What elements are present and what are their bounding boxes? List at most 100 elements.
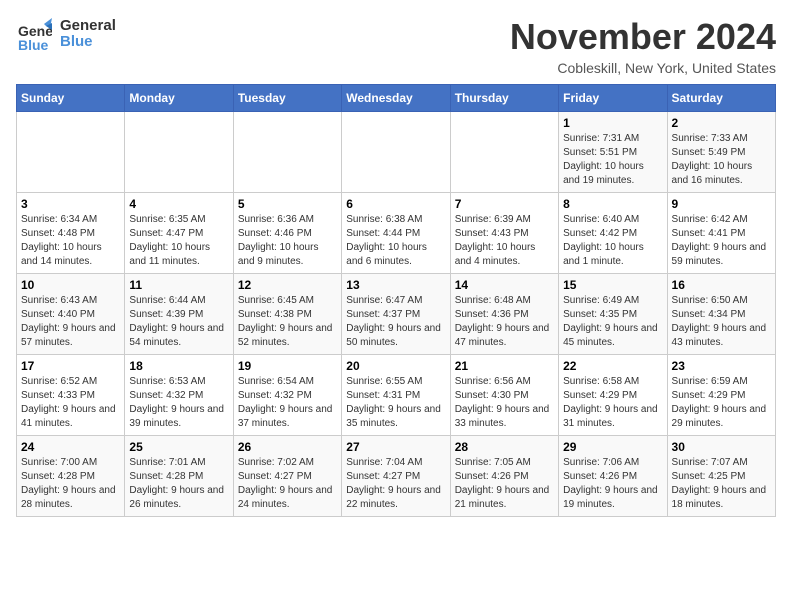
day-cell (342, 112, 450, 193)
day-cell (125, 112, 233, 193)
day-cell: 9 Sunrise: 6:42 AM Sunset: 4:41 PM Daylig… (667, 193, 775, 274)
day-info: Sunrise: 6:53 AM Sunset: 4:32 PM Dayligh… (129, 375, 228, 431)
day-info: Sunrise: 6:42 AM Sunset: 4:41 PM Dayligh… (672, 213, 771, 269)
day-info: Sunrise: 7:05 AM Sunset: 4:26 PM Dayligh… (455, 456, 554, 512)
day-info: Sunrise: 7:31 AM Sunset: 5:51 PM Dayligh… (563, 132, 662, 188)
day-info: Sunrise: 6:52 AM Sunset: 4:33 PM Dayligh… (21, 375, 120, 431)
weekday-header-tuesday: Tuesday (233, 85, 341, 112)
day-cell: 27 Sunrise: 7:04 AM Sunset: 4:27 PM Dayli… (342, 436, 450, 517)
calendar-table: SundayMondayTuesdayWednesdayThursdayFrid… (16, 84, 776, 517)
day-cell: 1 Sunrise: 7:31 AM Sunset: 5:51 PM Daylig… (559, 112, 667, 193)
day-info: Sunrise: 6:47 AM Sunset: 4:37 PM Dayligh… (346, 294, 445, 350)
day-cell: 10 Sunrise: 6:43 AM Sunset: 4:40 PM Dayli… (17, 274, 125, 355)
day-info: Sunrise: 7:00 AM Sunset: 4:28 PM Dayligh… (21, 456, 120, 512)
svg-text:Blue: Blue (18, 37, 49, 52)
week-row-3: 17 Sunrise: 6:52 AM Sunset: 4:33 PM Dayli… (17, 355, 776, 436)
day-cell: 17 Sunrise: 6:52 AM Sunset: 4:33 PM Dayli… (17, 355, 125, 436)
day-cell: 13 Sunrise: 6:47 AM Sunset: 4:37 PM Dayli… (342, 274, 450, 355)
day-info: Sunrise: 6:55 AM Sunset: 4:31 PM Dayligh… (346, 375, 445, 431)
day-number: 13 (346, 278, 445, 292)
day-number: 8 (563, 197, 662, 211)
day-number: 5 (238, 197, 337, 211)
day-cell: 16 Sunrise: 6:50 AM Sunset: 4:34 PM Dayli… (667, 274, 775, 355)
day-cell (17, 112, 125, 193)
location: Cobleskill, New York, United States (510, 60, 776, 76)
day-number: 30 (672, 440, 771, 454)
day-info: Sunrise: 6:44 AM Sunset: 4:39 PM Dayligh… (129, 294, 228, 350)
day-cell: 7 Sunrise: 6:39 AM Sunset: 4:43 PM Daylig… (450, 193, 558, 274)
day-number: 21 (455, 359, 554, 373)
day-cell: 26 Sunrise: 7:02 AM Sunset: 4:27 PM Dayli… (233, 436, 341, 517)
day-info: Sunrise: 6:39 AM Sunset: 4:43 PM Dayligh… (455, 213, 554, 269)
day-info: Sunrise: 7:02 AM Sunset: 4:27 PM Dayligh… (238, 456, 337, 512)
week-row-4: 24Sunrise: 7:00 AM Sunset: 4:28 PM Dayli… (17, 436, 776, 517)
day-cell: 25 Sunrise: 7:01 AM Sunset: 4:28 PM Dayli… (125, 436, 233, 517)
weekday-header-monday: Monday (125, 85, 233, 112)
day-info: Sunrise: 6:45 AM Sunset: 4:38 PM Dayligh… (238, 294, 337, 350)
day-number: 16 (672, 278, 771, 292)
weekday-header-thursday: Thursday (450, 85, 558, 112)
day-number: 9 (672, 197, 771, 211)
day-info: Sunrise: 6:58 AM Sunset: 4:29 PM Dayligh… (563, 375, 662, 431)
day-number: 7 (455, 197, 554, 211)
day-info: Sunrise: 7:04 AM Sunset: 4:27 PM Dayligh… (346, 456, 445, 512)
day-info: Sunrise: 7:06 AM Sunset: 4:26 PM Dayligh… (563, 456, 662, 512)
day-number: 2 (672, 116, 771, 130)
day-info: Sunrise: 6:59 AM Sunset: 4:29 PM Dayligh… (672, 375, 771, 431)
day-info: Sunrise: 6:49 AM Sunset: 4:35 PM Dayligh… (563, 294, 662, 350)
day-number: 23 (672, 359, 771, 373)
weekday-header-row: SundayMondayTuesdayWednesdayThursdayFrid… (17, 85, 776, 112)
day-cell: 21 Sunrise: 6:56 AM Sunset: 4:30 PM Dayli… (450, 355, 558, 436)
day-number: 25 (129, 440, 228, 454)
day-cell: 8 Sunrise: 6:40 AM Sunset: 4:42 PM Daylig… (559, 193, 667, 274)
day-number: 3 (21, 197, 120, 211)
weekday-header-wednesday: Wednesday (342, 85, 450, 112)
day-number: 10 (21, 278, 120, 292)
day-cell: 30 Sunrise: 7:07 AM Sunset: 4:25 PM Dayli… (667, 436, 775, 517)
day-number: 22 (563, 359, 662, 373)
day-info: Sunrise: 6:56 AM Sunset: 4:30 PM Dayligh… (455, 375, 554, 431)
day-cell: 20Sunrise: 6:55 AM Sunset: 4:31 PM Dayli… (342, 355, 450, 436)
day-info: Sunrise: 6:50 AM Sunset: 4:34 PM Dayligh… (672, 294, 771, 350)
day-info: Sunrise: 6:48 AM Sunset: 4:36 PM Dayligh… (455, 294, 554, 350)
day-info: Sunrise: 6:36 AM Sunset: 4:46 PM Dayligh… (238, 213, 337, 269)
day-cell: 15Sunrise: 6:49 AM Sunset: 4:35 PM Dayli… (559, 274, 667, 355)
day-cell: 24Sunrise: 7:00 AM Sunset: 4:28 PM Dayli… (17, 436, 125, 517)
week-row-1: 3 Sunrise: 6:34 AM Sunset: 4:48 PM Daylig… (17, 193, 776, 274)
day-number: 1 (563, 116, 662, 130)
day-number: 27 (346, 440, 445, 454)
day-cell: 22 Sunrise: 6:58 AM Sunset: 4:29 PM Dayli… (559, 355, 667, 436)
day-cell: 19Sunrise: 6:54 AM Sunset: 4:32 PM Dayli… (233, 355, 341, 436)
day-number: 11 (129, 278, 228, 292)
day-cell: 4 Sunrise: 6:35 AM Sunset: 4:47 PM Daylig… (125, 193, 233, 274)
day-info: Sunrise: 6:54 AM Sunset: 4:32 PM Dayligh… (238, 375, 337, 431)
day-info: Sunrise: 7:33 AM Sunset: 5:49 PM Dayligh… (672, 132, 771, 188)
day-number: 6 (346, 197, 445, 211)
day-number: 17 (21, 359, 120, 373)
day-number: 29 (563, 440, 662, 454)
logo-blue-text: Blue (60, 33, 116, 51)
day-info: Sunrise: 6:40 AM Sunset: 4:42 PM Dayligh… (563, 213, 662, 269)
day-info: Sunrise: 7:01 AM Sunset: 4:28 PM Dayligh… (129, 456, 228, 512)
day-number: 28 (455, 440, 554, 454)
day-cell: 29 Sunrise: 7:06 AM Sunset: 4:26 PM Dayli… (559, 436, 667, 517)
day-info: Sunrise: 7:07 AM Sunset: 4:25 PM Dayligh… (672, 456, 771, 512)
day-info: Sunrise: 6:43 AM Sunset: 4:40 PM Dayligh… (21, 294, 120, 350)
day-number: 18 (129, 359, 228, 373)
day-number: 26 (238, 440, 337, 454)
weekday-header-sunday: Sunday (17, 85, 125, 112)
weekday-header-friday: Friday (559, 85, 667, 112)
title-area: November 2024 Cobleskill, New York, Unit… (510, 16, 776, 76)
day-number: 4 (129, 197, 228, 211)
day-cell: 11 Sunrise: 6:44 AM Sunset: 4:39 PM Dayli… (125, 274, 233, 355)
day-cell: 14Sunrise: 6:48 AM Sunset: 4:36 PM Dayli… (450, 274, 558, 355)
day-cell (233, 112, 341, 193)
month-title: November 2024 (510, 16, 776, 58)
week-row-2: 10 Sunrise: 6:43 AM Sunset: 4:40 PM Dayli… (17, 274, 776, 355)
day-cell (450, 112, 558, 193)
day-info: Sunrise: 6:35 AM Sunset: 4:47 PM Dayligh… (129, 213, 228, 269)
day-number: 12 (238, 278, 337, 292)
day-cell: 18 Sunrise: 6:53 AM Sunset: 4:32 PM Dayli… (125, 355, 233, 436)
day-cell: 23 Sunrise: 6:59 AM Sunset: 4:29 PM Dayli… (667, 355, 775, 436)
day-info: Sunrise: 6:34 AM Sunset: 4:48 PM Dayligh… (21, 213, 120, 269)
